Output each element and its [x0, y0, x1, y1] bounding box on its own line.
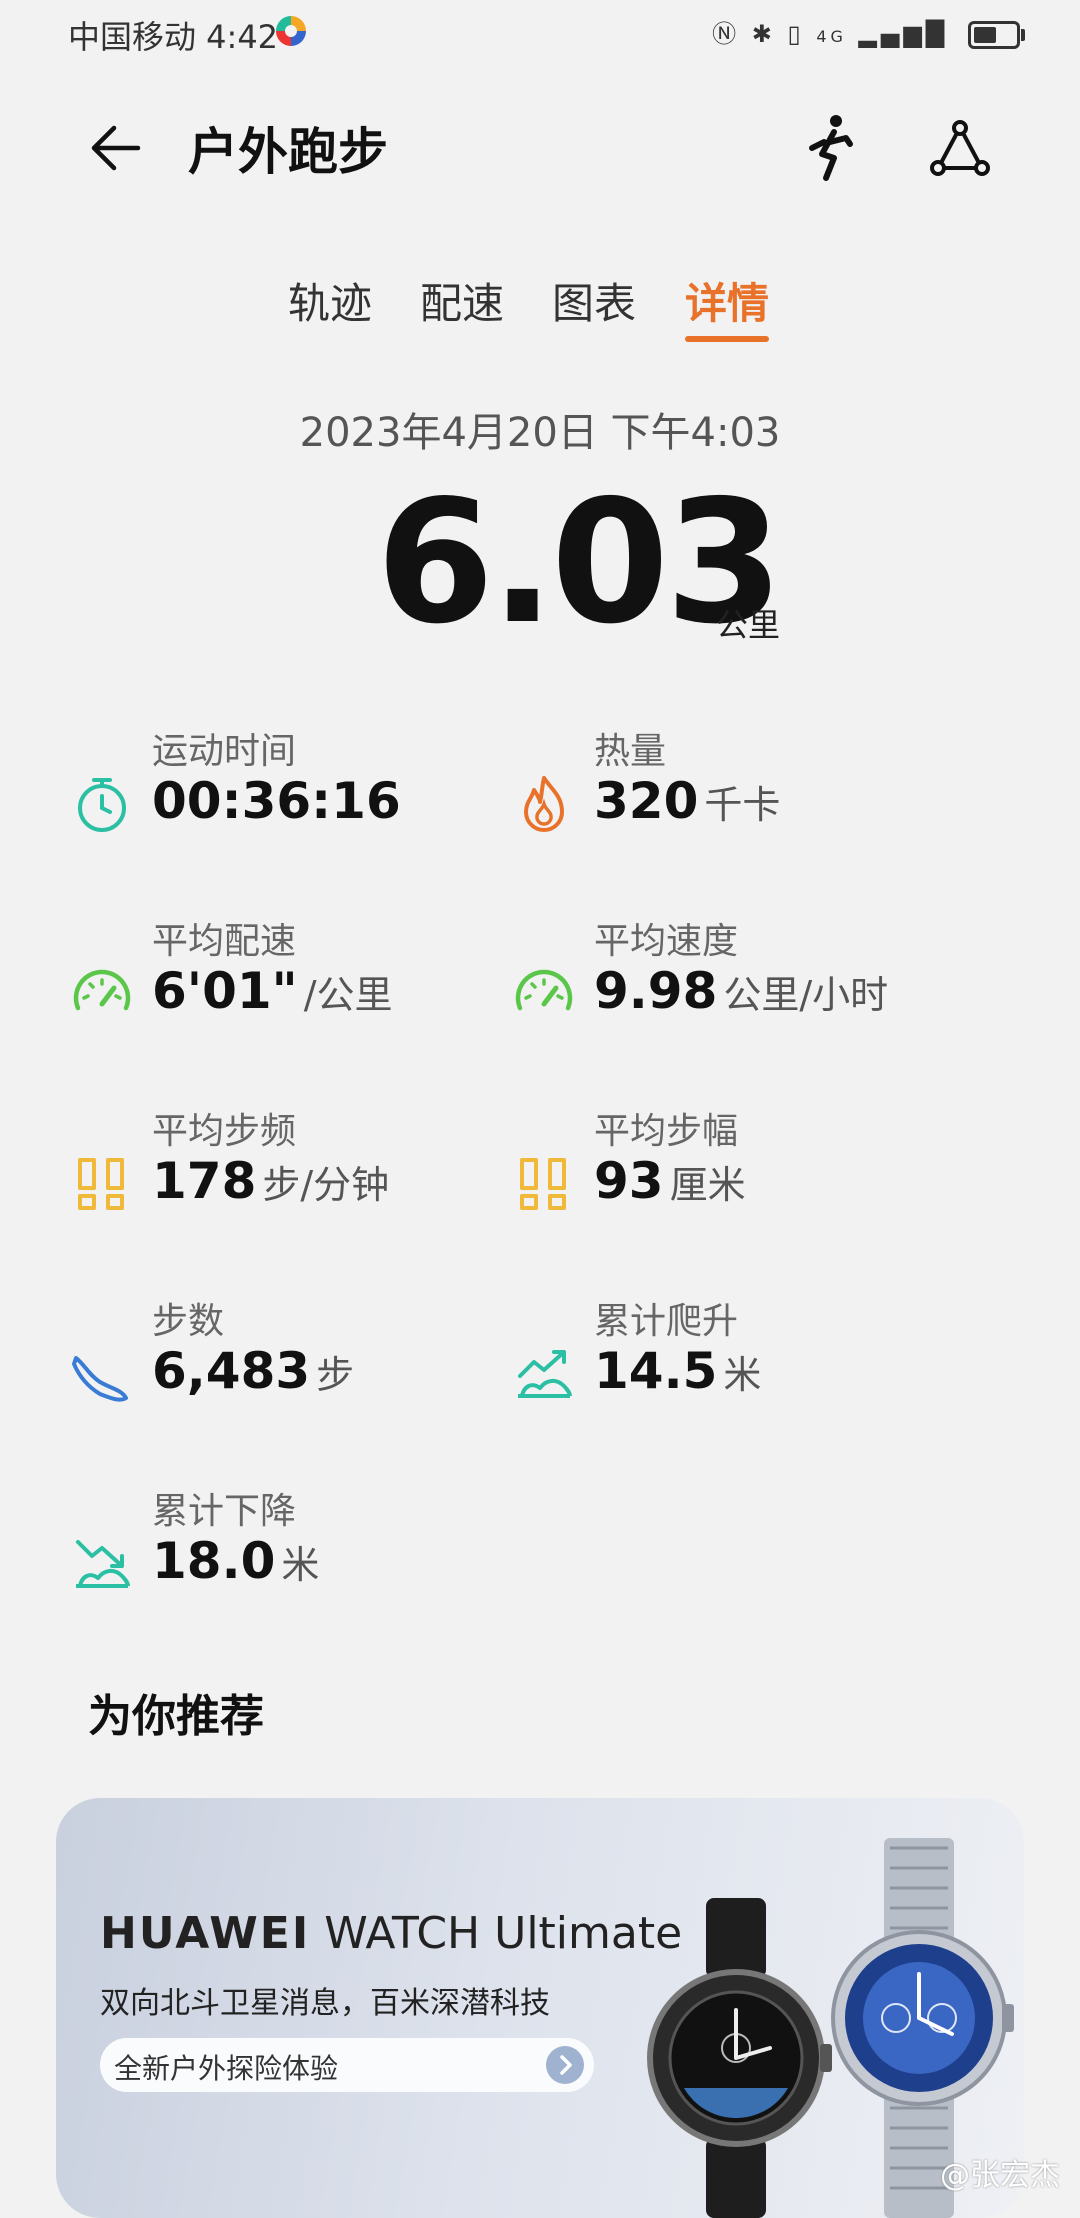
vibrate-icon: ▯ — [787, 20, 805, 48]
metric-avg-speed: 平均速度 9.98 公里/小时 — [512, 912, 952, 1052]
metric-number: 6,483 — [152, 1342, 311, 1400]
metric-unit: 千卡 — [704, 783, 781, 827]
tab-pace[interactable]: 配速 — [420, 270, 504, 331]
metric-label: 运动时间 — [152, 731, 297, 772]
metric-value: 9.98 公里/小时 — [594, 962, 888, 1020]
watch-ad-banner[interactable]: HUAWEI WATCH Ultimate 双向北斗卫星消息，百米深潜科技 全新… — [56, 1798, 1024, 2218]
metric-unit: /公里 — [303, 973, 393, 1017]
metric-value: 00:36:16 — [152, 772, 401, 830]
metric-number: 14.5 — [594, 1342, 718, 1400]
metric-number: 00:36:16 — [152, 772, 401, 830]
metric-value: 14.5 米 — [594, 1342, 761, 1400]
active-tab-indicator — [685, 336, 770, 342]
tab-bar: 轨迹 配速 图表 详情 — [0, 270, 1080, 350]
metric-label: 累计下降 — [152, 1491, 297, 1532]
metric-stride: 平均步幅 93 厘米 — [512, 1102, 952, 1242]
metric-number: 6'01" — [152, 962, 298, 1020]
metric-duration: 运动时间 00:36:16 — [70, 722, 510, 862]
ascent-icon — [518, 1350, 572, 1398]
footprints-icon — [78, 1158, 124, 1210]
carrier-time: 中国移动 4:42 — [68, 18, 279, 56]
route-share-icon[interactable] — [928, 116, 992, 180]
metric-value: 6'01"/公里 — [152, 962, 393, 1020]
runner-icon[interactable] — [800, 112, 860, 182]
workout-date: 2023年4月20日 下午4:03 — [299, 410, 781, 456]
battery-fill — [974, 27, 996, 43]
metric-label: 平均配速 — [152, 921, 297, 962]
app-header: 户外跑步 — [0, 90, 1080, 200]
app-notification-icon — [276, 16, 306, 46]
flame-icon — [524, 776, 564, 832]
back-arrow-icon[interactable] — [88, 118, 148, 178]
nfc-icon: Ⓝ — [712, 20, 741, 48]
metric-steps: 步数 6,483 步 — [70, 1292, 510, 1432]
metric-number: 320 — [594, 772, 699, 830]
metric-unit: 厘米 — [669, 1163, 746, 1207]
speedometer-icon — [515, 969, 573, 1011]
tab-details[interactable]: 详情 — [685, 270, 770, 342]
metric-value: 320 千卡 — [594, 772, 780, 830]
banner-cta-button[interactable]: 全新户外探险体验 — [100, 2038, 594, 2092]
metric-value: 178 步/分钟 — [152, 1152, 389, 1210]
tab-chart[interactable]: 图表 — [552, 270, 636, 331]
metric-descent: 累计下降 18.0 米 — [70, 1482, 510, 1622]
metric-label: 平均步频 — [152, 1111, 297, 1152]
banner-subtitle: 双向北斗卫星消息，百米深潜科技 — [100, 1986, 550, 2021]
signal-icon: ▂▄▆█ — [858, 20, 949, 48]
metric-label: 热量 — [594, 731, 667, 772]
metric-unit: 米 — [281, 1543, 320, 1587]
metric-number: 18.0 — [152, 1532, 276, 1590]
distance-unit: 公里 — [716, 606, 781, 644]
stopwatch-icon — [78, 778, 126, 832]
footprints-icon — [520, 1158, 566, 1210]
metric-number: 9.98 — [594, 962, 718, 1020]
watermark: @张宏杰 — [940, 2158, 1060, 2193]
metric-label: 步数 — [152, 1301, 225, 1342]
metric-ascent: 累计爬升 14.5 米 — [512, 1292, 952, 1432]
metric-avg-pace: 平均配速 6'01"/公里 — [70, 912, 510, 1052]
metric-unit: 米 — [723, 1353, 762, 1397]
black-watch-image — [647, 1898, 832, 2218]
metric-number: 93 — [594, 1152, 664, 1210]
status-bar: 中国移动 4:42 Ⓝ ✱ ▯ 4G ▂▄▆█ — [0, 0, 1080, 64]
metric-number: 178 — [152, 1152, 257, 1210]
metric-calories: 热量 320 千卡 — [512, 722, 952, 862]
metric-unit: 步 — [316, 1353, 355, 1397]
recommend-title: 为你推荐 — [88, 1691, 264, 1742]
banner-cta-label: 全新户外探险体验 — [114, 2052, 339, 2085]
page-title: 户外跑步 — [188, 123, 388, 181]
network-label: 4G — [816, 27, 847, 46]
bluetooth-icon: ✱ — [751, 20, 776, 48]
shoe-icon — [72, 1356, 128, 1402]
banner-brand-bold: HUAWEI — [100, 1908, 311, 1959]
metric-label: 平均速度 — [594, 921, 739, 962]
metric-unit: 公里/小时 — [723, 973, 889, 1017]
metric-value: 6,483 步 — [152, 1342, 354, 1400]
system-icons: Ⓝ ✱ ▯ 4G ▂▄▆█ — [712, 14, 1025, 49]
tab-track[interactable]: 轨迹 — [288, 270, 372, 331]
metric-value: 93 厘米 — [594, 1152, 746, 1210]
metric-unit: 步/分钟 — [262, 1163, 390, 1207]
descent-icon — [76, 1540, 130, 1588]
banner-brand-rest: WATCH Ultimate — [324, 1908, 683, 1959]
chevron-right-icon — [546, 2046, 584, 2084]
metric-label: 累计爬升 — [594, 1301, 739, 1342]
metric-label: 平均步幅 — [594, 1111, 739, 1152]
speedometer-icon — [73, 969, 131, 1011]
battery-icon — [968, 21, 1025, 49]
metric-cadence: 平均步频 178 步/分钟 — [70, 1102, 510, 1242]
banner-brand: HUAWEI WATCH Ultimate — [100, 1908, 682, 1959]
tab-details-label: 详情 — [685, 279, 770, 328]
metric-value: 18.0 米 — [152, 1532, 319, 1590]
